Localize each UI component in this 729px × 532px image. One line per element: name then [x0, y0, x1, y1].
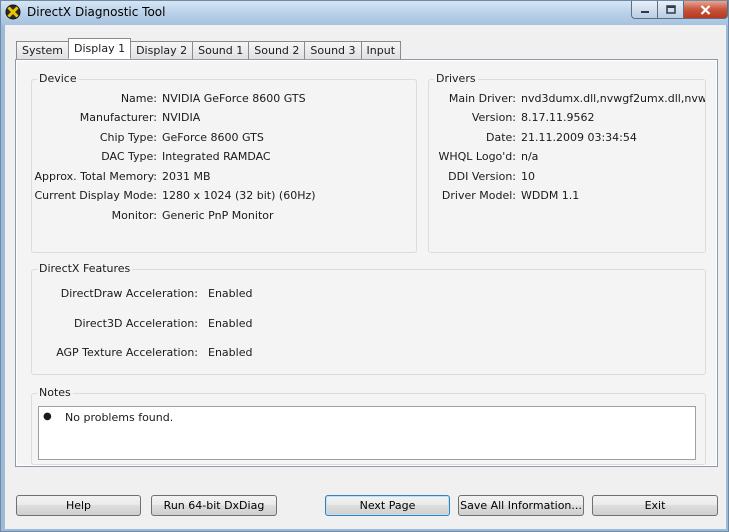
- tab-sound-3[interactable]: Sound 3: [304, 41, 362, 59]
- caption-buttons: [631, 1, 728, 19]
- directx-app-icon: [5, 4, 21, 20]
- next-page-button[interactable]: Next Page: [325, 495, 450, 516]
- tab-display-1[interactable]: Display 1: [68, 38, 132, 59]
- driver-value: 8.17.11.9562: [521, 111, 595, 124]
- driver-label: Version:: [471, 111, 516, 124]
- feature-label: DirectDraw Acceleration:: [60, 287, 198, 300]
- note-item: No problems found.: [65, 411, 174, 424]
- save-all-information-button[interactable]: Save All Information...: [458, 495, 584, 516]
- device-label: Monitor:: [111, 209, 157, 222]
- drivers-group-title: Drivers: [434, 72, 478, 85]
- tab-system[interactable]: System: [16, 41, 70, 59]
- maximize-icon: [665, 5, 676, 14]
- exit-button[interactable]: Exit: [592, 495, 718, 516]
- driver-label: Driver Model:: [441, 189, 516, 202]
- tab-sound-2[interactable]: Sound 2: [248, 41, 306, 59]
- close-icon: [700, 4, 711, 15]
- client-area: System Display 1 Display 2 Sound 1 Sound…: [5, 25, 726, 529]
- driver-value: nvd3dumx.dll,nvwgf2umx.dll,nvwgf2: [521, 92, 705, 105]
- minimize-icon: [640, 10, 649, 13]
- maximize-button[interactable]: [658, 1, 684, 19]
- directx-features-group: DirectX Features DirectDraw Acceleration…: [31, 262, 706, 375]
- notes-group-title: Notes: [37, 386, 73, 399]
- device-label: DAC Type:: [101, 150, 157, 163]
- device-value: Integrated RAMDAC: [162, 150, 271, 163]
- drivers-group: Drivers Main Driver: nvd3dumx.dll,nvwgf2…: [428, 72, 706, 253]
- driver-value: n/a: [521, 150, 539, 163]
- device-label: Manufacturer:: [79, 111, 157, 124]
- device-value: NVIDIA: [162, 111, 201, 124]
- device-group-title: Device: [37, 72, 79, 85]
- bullet-icon: ●: [43, 411, 52, 422]
- driver-label: WHQL Logo'd:: [438, 150, 516, 163]
- driver-value: 21.11.2009 03:34:54: [521, 131, 637, 144]
- feature-label: Direct3D Acceleration:: [74, 317, 198, 330]
- display-tab-panel: Device Name: NVIDIA GeForce 8600 GTS Man…: [15, 59, 718, 467]
- feature-value: Enabled: [208, 287, 253, 300]
- driver-label: Date:: [486, 131, 516, 144]
- feature-label: AGP Texture Acceleration:: [56, 346, 198, 359]
- notes-textbox[interactable]: ● No problems found.: [38, 406, 696, 460]
- tab-strip: System Display 1 Display 2 Sound 1 Sound…: [16, 38, 402, 59]
- feature-value: Enabled: [208, 346, 253, 359]
- device-value: 2031 MB: [162, 170, 211, 183]
- driver-value: 10: [521, 170, 535, 183]
- device-value: Generic PnP Monitor: [162, 209, 274, 222]
- driver-value: WDDM 1.1: [521, 189, 580, 202]
- device-value: GeForce 8600 GTS: [162, 131, 264, 144]
- title-bar[interactable]: DirectX Diagnostic Tool: [1, 1, 728, 25]
- feature-value: Enabled: [208, 317, 253, 330]
- run-64bit-dxdiag-button[interactable]: Run 64-bit DxDiag: [151, 495, 277, 516]
- device-label: Chip Type:: [99, 131, 157, 144]
- device-label: Name:: [120, 92, 157, 105]
- notes-group: Notes ● No problems found.: [31, 386, 706, 465]
- help-button[interactable]: Help: [16, 495, 141, 516]
- window-title: DirectX Diagnostic Tool: [27, 5, 166, 19]
- device-label: Approx. Total Memory:: [34, 170, 158, 183]
- dxdiag-window: DirectX Diagnostic Tool System Display 1…: [0, 0, 729, 532]
- minimize-button[interactable]: [631, 1, 658, 19]
- tab-input[interactable]: Input: [360, 41, 402, 59]
- tab-sound-1[interactable]: Sound 1: [192, 41, 250, 59]
- device-group: Device Name: NVIDIA GeForce 8600 GTS Man…: [31, 72, 417, 253]
- device-label: Current Display Mode:: [34, 189, 157, 202]
- driver-label: DDI Version:: [448, 170, 516, 183]
- driver-label: Main Driver:: [448, 92, 516, 105]
- device-value: NVIDIA GeForce 8600 GTS: [162, 92, 306, 105]
- device-value: 1280 x 1024 (32 bit) (60Hz): [162, 189, 316, 202]
- features-group-title: DirectX Features: [37, 262, 133, 275]
- tab-display-2[interactable]: Display 2: [130, 41, 194, 59]
- close-button[interactable]: [684, 1, 728, 19]
